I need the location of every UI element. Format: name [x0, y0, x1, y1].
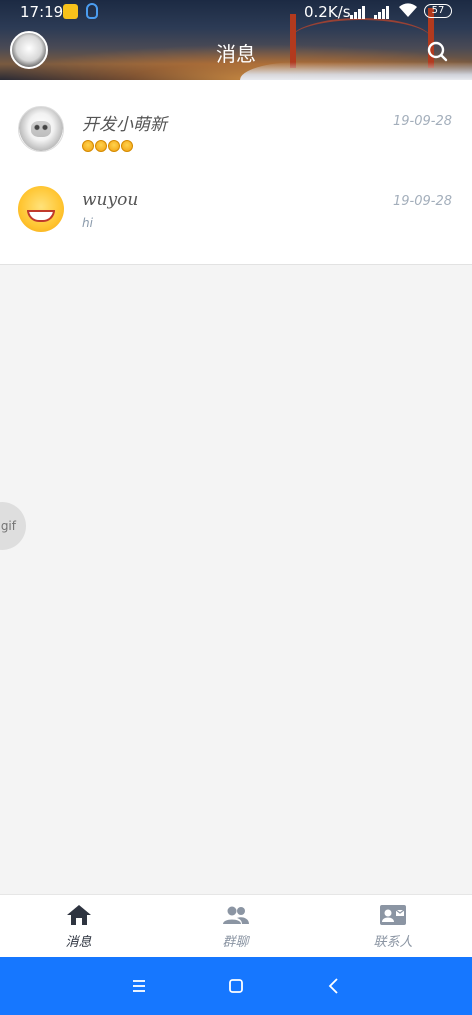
battery-icon: 57 — [424, 4, 452, 18]
header: 17:19 0.2K/s 57 消息 — [0, 0, 472, 80]
tab-label: 联系人 — [373, 935, 413, 950]
message-list: 开发小萌新 19-09-28 wuyou hi 19-09-28 — [0, 80, 472, 265]
contact-name: wuyou — [82, 190, 139, 210]
tab-label: 群聊 — [222, 935, 249, 950]
tab-label: 消息 — [65, 935, 92, 950]
message-date: 19-09-28 — [392, 114, 452, 129]
home-square-icon[interactable] — [224, 975, 248, 997]
home-icon — [66, 905, 91, 925]
system-nav-bar — [0, 957, 472, 1015]
status-bar: 17:19 0.2K/s 57 — [0, 0, 472, 24]
signal-icon — [374, 4, 392, 19]
group-icon — [222, 906, 249, 924]
message-preview: hi — [82, 216, 93, 230]
search-icon[interactable] — [426, 40, 448, 62]
message-date: 19-09-28 — [392, 194, 452, 209]
meme-avatar — [18, 106, 64, 152]
emoji-preview — [82, 137, 134, 152]
bottom-nav: 消息 群聊 联系人 — [0, 894, 472, 958]
contact-card-icon — [380, 905, 406, 925]
status-time: 17:19 — [20, 3, 64, 21]
gif-floating-button[interactable]: gif — [0, 502, 26, 550]
menu-icon[interactable] — [127, 975, 151, 997]
emoji-icon — [121, 140, 133, 152]
notification-app-icon — [63, 4, 78, 19]
tab-messages[interactable]: 消息 — [0, 895, 157, 958]
tab-contacts[interactable]: 联系人 — [314, 895, 472, 958]
emoji-icon — [95, 140, 107, 152]
wifi-icon — [398, 2, 418, 22]
tab-group-chat[interactable]: 群聊 — [157, 895, 314, 958]
back-icon[interactable] — [322, 975, 346, 997]
qq-icon — [86, 3, 98, 19]
signal-icon — [350, 4, 368, 19]
page-title: 消息 — [216, 42, 256, 66]
list-item[interactable]: wuyou hi 19-09-28 — [0, 172, 472, 252]
emoji-icon — [82, 140, 94, 152]
network-speed: 0.2K/s — [304, 3, 351, 21]
contact-name: 开发小萌新 — [82, 115, 167, 135]
smile-avatar — [18, 186, 64, 232]
list-item[interactable]: 开发小萌新 19-09-28 — [0, 92, 472, 172]
emoji-icon — [108, 140, 120, 152]
